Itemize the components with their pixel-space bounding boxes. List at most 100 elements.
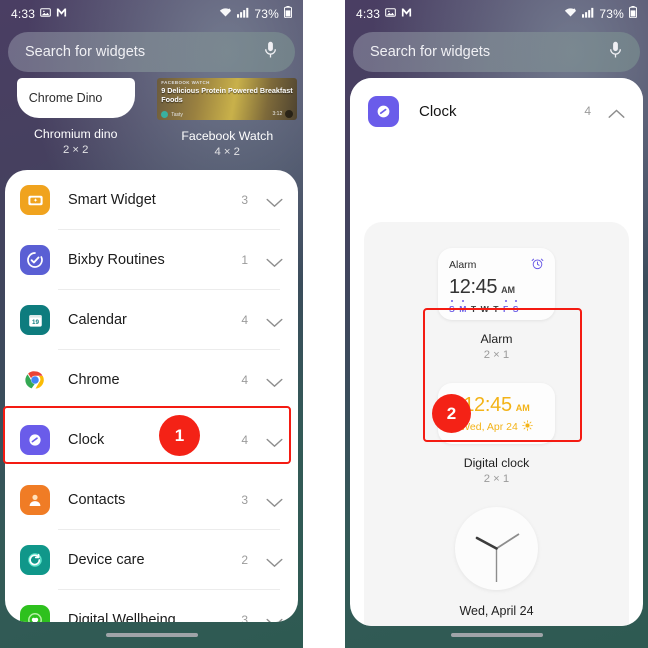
alarm-day: M xyxy=(459,304,467,314)
preview-label: Chromium dino xyxy=(34,127,118,141)
sidebar-item-label: Smart Widget xyxy=(68,192,156,208)
clock-section-header[interactable]: Clock 4 xyxy=(350,78,643,144)
signal-icon xyxy=(237,7,249,21)
alarm-widget-preview[interactable]: Alarm 12:45 AM S M T W T F S xyxy=(438,248,555,320)
alarm-day: F xyxy=(503,304,509,314)
sidebar-item-label: Calendar xyxy=(68,312,127,328)
photo-icon xyxy=(40,7,51,21)
step-badge-1: 1 xyxy=(159,415,200,456)
preview-size: 2 × 2 xyxy=(63,144,89,156)
status-time: 4:33 xyxy=(11,6,36,21)
battery-percent: 73% xyxy=(254,6,279,21)
widget-count: 3 xyxy=(241,493,248,507)
widget-count: 4 xyxy=(241,313,248,327)
preview-facebook-watch[interactable]: FACEBOOK WATCH 9 Delicious Protein Power… xyxy=(152,78,304,168)
sidebar-item-bixby-routines[interactable]: Bixby Routines 1 xyxy=(5,230,298,290)
step-badge-2: 2 xyxy=(432,394,471,433)
preview-chromium-dino[interactable]: Chrome Dino Chromium dino 2 × 2 xyxy=(0,78,152,168)
widget-app-list: Smart Widget 3 Bixby Routines 1 19 Calen… xyxy=(5,170,298,622)
widget-count: 3 xyxy=(241,613,248,622)
widget-count: 2 xyxy=(241,553,248,567)
widget-size: 2 × 1 xyxy=(483,473,510,485)
photo-icon xyxy=(385,7,396,21)
chevron-down-icon[interactable] xyxy=(266,615,283,622)
alarm-day: S xyxy=(512,304,519,314)
facebook-watch-duration: 3:12 xyxy=(273,110,294,118)
widget-label: Digital clock xyxy=(463,456,530,470)
alarm-day: S xyxy=(449,304,455,314)
chevron-down-icon[interactable] xyxy=(266,195,283,208)
alarm-day: W xyxy=(480,304,489,314)
battery-icon xyxy=(629,6,638,21)
widget-count: 3 xyxy=(241,193,248,207)
chrome-icon xyxy=(20,365,50,395)
widget-previews: Chrome Dino Chromium dino 2 × 2 FACEBOOK… xyxy=(0,78,303,168)
chevron-down-icon[interactable] xyxy=(266,315,283,328)
digital-wellbeing-icon xyxy=(20,605,50,622)
step-badge-1-label: 1 xyxy=(174,425,185,445)
chevron-down-icon[interactable] xyxy=(266,495,283,508)
wifi-icon xyxy=(564,7,577,21)
preview-size: 4 × 2 xyxy=(214,146,240,158)
search-input[interactable]: Search for widgets xyxy=(353,32,640,72)
sidebar-item-label: Contacts xyxy=(68,492,126,508)
home-indicator[interactable] xyxy=(105,633,198,637)
chrome-dino-thumb-text: Chrome Dino xyxy=(28,91,103,105)
microphone-icon[interactable] xyxy=(608,41,623,64)
messages-icon xyxy=(56,7,67,21)
alarm-days: S M T W T F S xyxy=(449,304,544,314)
chevron-down-icon[interactable] xyxy=(266,375,283,388)
navigation-bar xyxy=(345,622,648,648)
search-placeholder: Search for widgets xyxy=(25,44,146,60)
sidebar-item-clock[interactable]: Clock 4 xyxy=(5,410,298,470)
sidebar-item-device-care[interactable]: Device care 2 xyxy=(5,530,298,590)
chevron-down-icon[interactable] xyxy=(266,255,283,268)
screenshot-stage: 4:33 73% Search for widgets Chrome Dino … xyxy=(0,0,648,648)
alarm-card-title: Alarm xyxy=(449,259,477,271)
chevron-down-icon[interactable] xyxy=(266,555,283,568)
svg-text:19: 19 xyxy=(32,318,39,325)
facebook-watch-thumbnail[interactable]: FACEBOOK WATCH 9 Delicious Protein Power… xyxy=(157,78,298,120)
device-care-icon xyxy=(20,545,50,575)
sidebar-item-contacts[interactable]: Contacts 3 xyxy=(5,470,298,530)
status-bar: 4:33 73% xyxy=(0,0,303,27)
facebook-watch-title: 9 Delicious Protein Powered Breakfast Fo… xyxy=(161,86,293,104)
alarm-ampm: AM xyxy=(501,285,516,295)
home-indicator[interactable] xyxy=(450,633,543,637)
microphone-icon[interactable] xyxy=(263,41,278,64)
contacts-icon xyxy=(20,485,50,515)
signal-icon xyxy=(582,7,594,21)
alarm-day: T xyxy=(493,304,499,314)
widget-size: 2 × 1 xyxy=(483,349,510,361)
clock-section-label: Clock xyxy=(419,102,457,120)
sidebar-item-digital-wellbeing[interactable]: Digital Wellbeing 3 xyxy=(5,590,298,622)
sidebar-item-chrome[interactable]: Chrome 4 xyxy=(5,350,298,410)
navigation-bar xyxy=(0,622,303,648)
calendar-icon: 19 xyxy=(20,305,50,335)
widget-digital-clock[interactable]: 12:45 AM Wed, Apr 24 Digital clock 2 × 1 xyxy=(364,383,629,485)
analog-clock-icon[interactable] xyxy=(455,507,538,590)
chevron-up-icon[interactable] xyxy=(608,106,625,118)
chrome-dino-thumbnail[interactable]: Chrome Dino xyxy=(16,78,135,118)
widget-count: 4 xyxy=(241,433,248,447)
sidebar-item-label: Device care xyxy=(68,552,145,568)
bixby-routines-icon xyxy=(20,245,50,275)
search-input[interactable]: Search for widgets xyxy=(8,32,295,72)
right-phone-screen: 4:33 73% Search for widgets Clock 4 Alar… xyxy=(345,0,648,648)
alarm-time: 12:45 xyxy=(449,276,498,298)
clock-icon xyxy=(368,95,399,127)
sidebar-item-smart-widget[interactable]: Smart Widget 3 xyxy=(5,170,298,230)
widget-alarm[interactable]: Alarm 12:45 AM S M T W T F S Alarm 2 × 1 xyxy=(364,248,629,361)
widget-analog-clock[interactable]: Wed, April 24 xyxy=(364,507,629,618)
sidebar-item-calendar[interactable]: 19 Calendar 4 xyxy=(5,290,298,350)
step-badge-2-label: 2 xyxy=(446,403,457,423)
chevron-down-icon[interactable] xyxy=(266,435,283,448)
status-time: 4:33 xyxy=(356,6,381,21)
status-bar: 4:33 73% xyxy=(345,0,648,27)
sun-icon xyxy=(521,419,533,434)
widget-count: 4 xyxy=(241,373,248,387)
preview-label: Facebook Watch xyxy=(181,129,274,143)
wifi-icon xyxy=(219,7,232,21)
tasty-avatar-icon xyxy=(161,111,169,118)
sidebar-item-label: Chrome xyxy=(68,372,120,388)
